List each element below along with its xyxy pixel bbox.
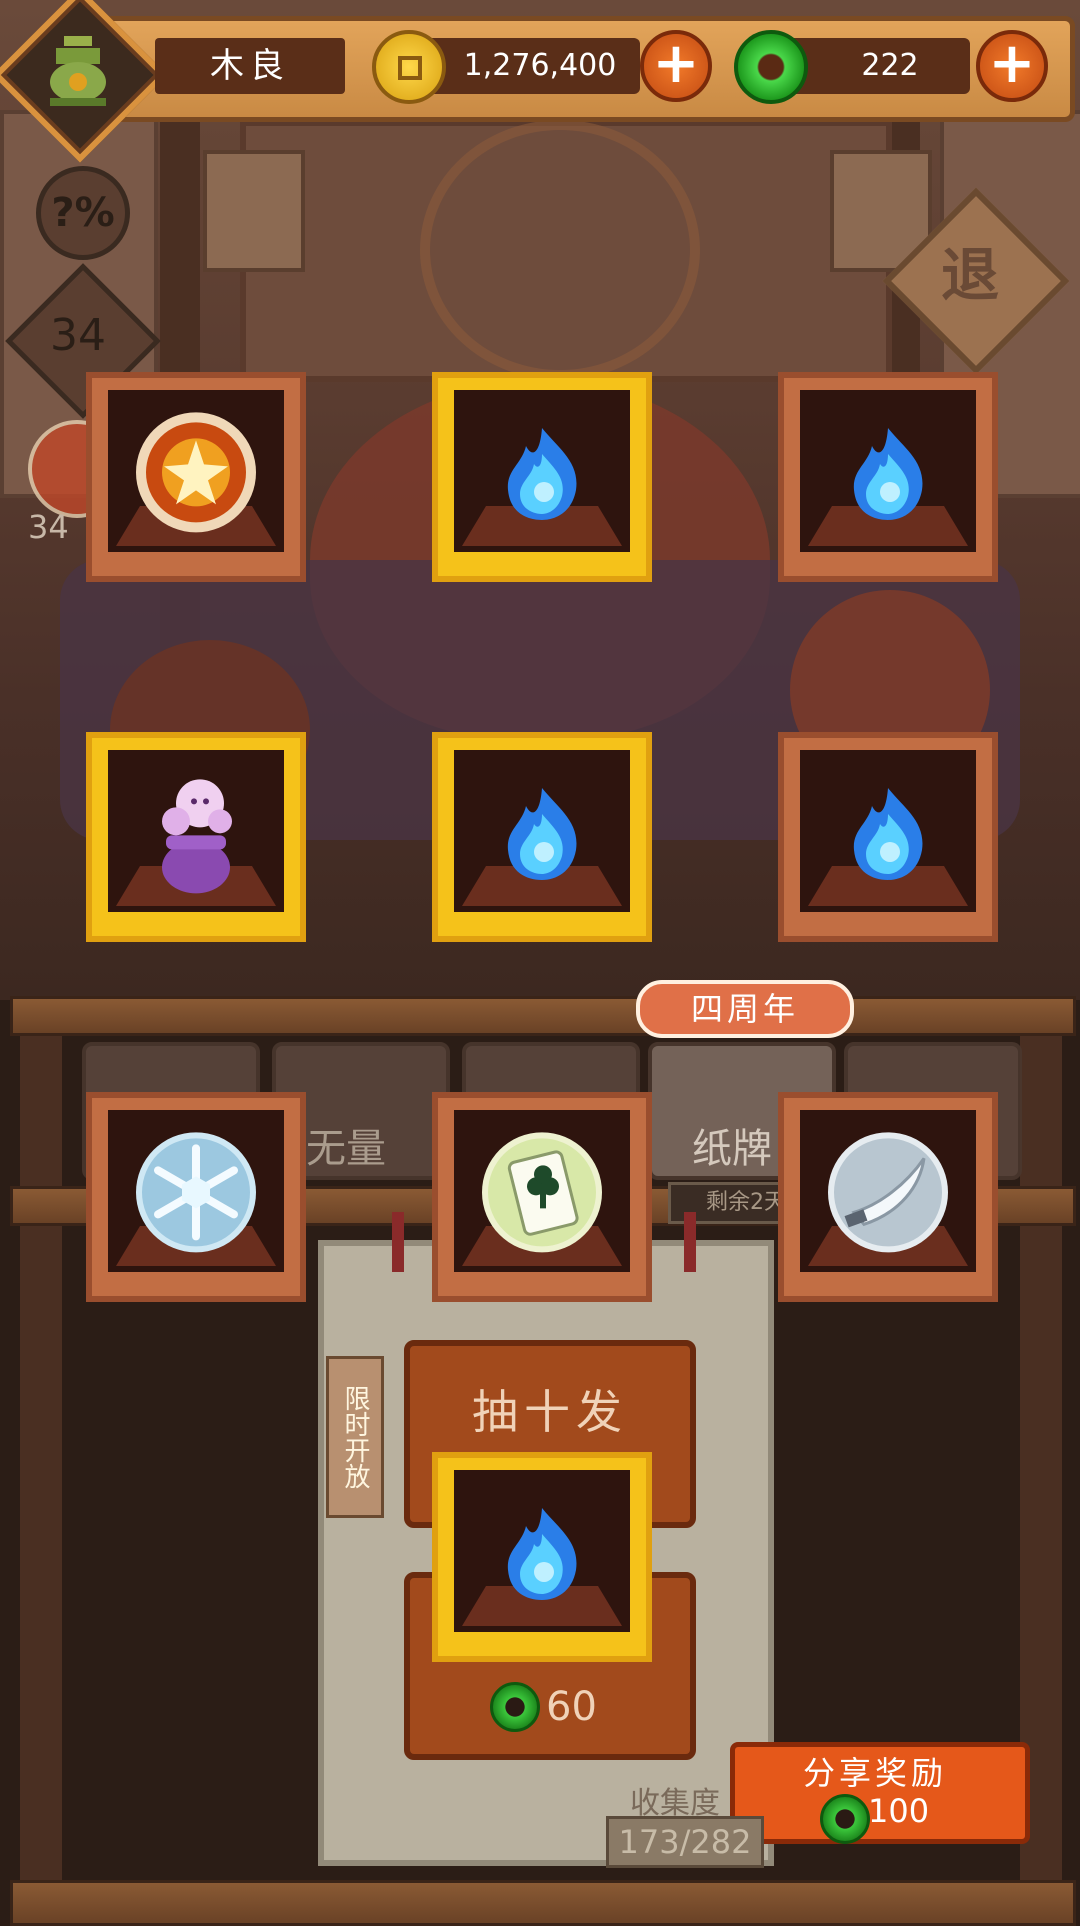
teapot-avatar-icon <box>50 36 106 106</box>
jade-icon <box>490 1682 540 1732</box>
reward-frame-10[interactable] <box>432 1452 652 1662</box>
retreat-label: 退 <box>940 241 999 309</box>
coin-hole <box>398 56 422 80</box>
share-reward-label: 分享奖励 <box>802 1754 947 1792</box>
reward-frame-8[interactable] <box>432 1092 652 1302</box>
add-coins-button[interactable]: + <box>640 30 712 102</box>
player-name: 木良 <box>210 46 290 86</box>
collection-label: 收集度 <box>630 1786 720 1821</box>
single-draw-cost: 60 <box>546 1684 597 1730</box>
jade-balance: 222 <box>861 48 919 83</box>
share-jade-icon <box>820 1794 870 1844</box>
hanging-cord-left <box>392 1212 404 1272</box>
reward-frame-9[interactable] <box>778 1092 998 1302</box>
hanging-cord-right <box>684 1212 696 1272</box>
stage-pillar-left <box>20 1000 62 1920</box>
anniversary-banner: 四周年 <box>636 980 854 1038</box>
reward-frame-1[interactable] <box>86 372 306 582</box>
spade-card-icon <box>203 150 305 272</box>
coin-icon <box>372 30 446 104</box>
reward-frame-6[interactable] <box>778 732 998 942</box>
add-jade-button[interactable]: + <box>976 30 1048 102</box>
ten-draw-label: 抽十发 <box>472 1385 628 1439</box>
coin-balance: 1,276,400 <box>463 48 617 83</box>
odds-button[interactable]: ?% <box>36 166 130 260</box>
blade-orb-icon <box>824 1128 952 1260</box>
jade-icon <box>734 30 808 104</box>
ice-orb-icon <box>132 1128 260 1260</box>
card-orb-icon <box>478 1128 606 1260</box>
reward-frame-5[interactable] <box>432 732 652 942</box>
ghost-pot-icon <box>136 767 256 901</box>
pool-tab-2-label: 无量 <box>306 1126 386 1172</box>
spade-emblem <box>420 120 700 380</box>
reward-frame-4[interactable] <box>86 732 306 942</box>
limited-time-tag: 限时开放 <box>326 1356 384 1518</box>
fire-orb-icon <box>132 408 260 540</box>
upper-beam <box>10 996 1076 1036</box>
pool-tab-4-label: 纸牌 <box>692 1126 772 1172</box>
share-reward-amount: 100 <box>868 1792 930 1830</box>
bottom-beam <box>10 1880 1076 1926</box>
collection-progress: 173/282 <box>606 1816 764 1868</box>
blue-flame-icon <box>846 784 930 886</box>
reward-frame-7[interactable] <box>86 1092 306 1302</box>
blue-flame-icon <box>846 424 930 526</box>
reward-frame-3[interactable] <box>778 372 998 582</box>
blue-flame-icon <box>500 784 584 886</box>
blue-flame-icon <box>500 424 584 526</box>
reward-frame-2[interactable] <box>432 372 652 582</box>
blue-flame-icon <box>500 1504 584 1606</box>
level-value: 34 <box>50 310 106 361</box>
